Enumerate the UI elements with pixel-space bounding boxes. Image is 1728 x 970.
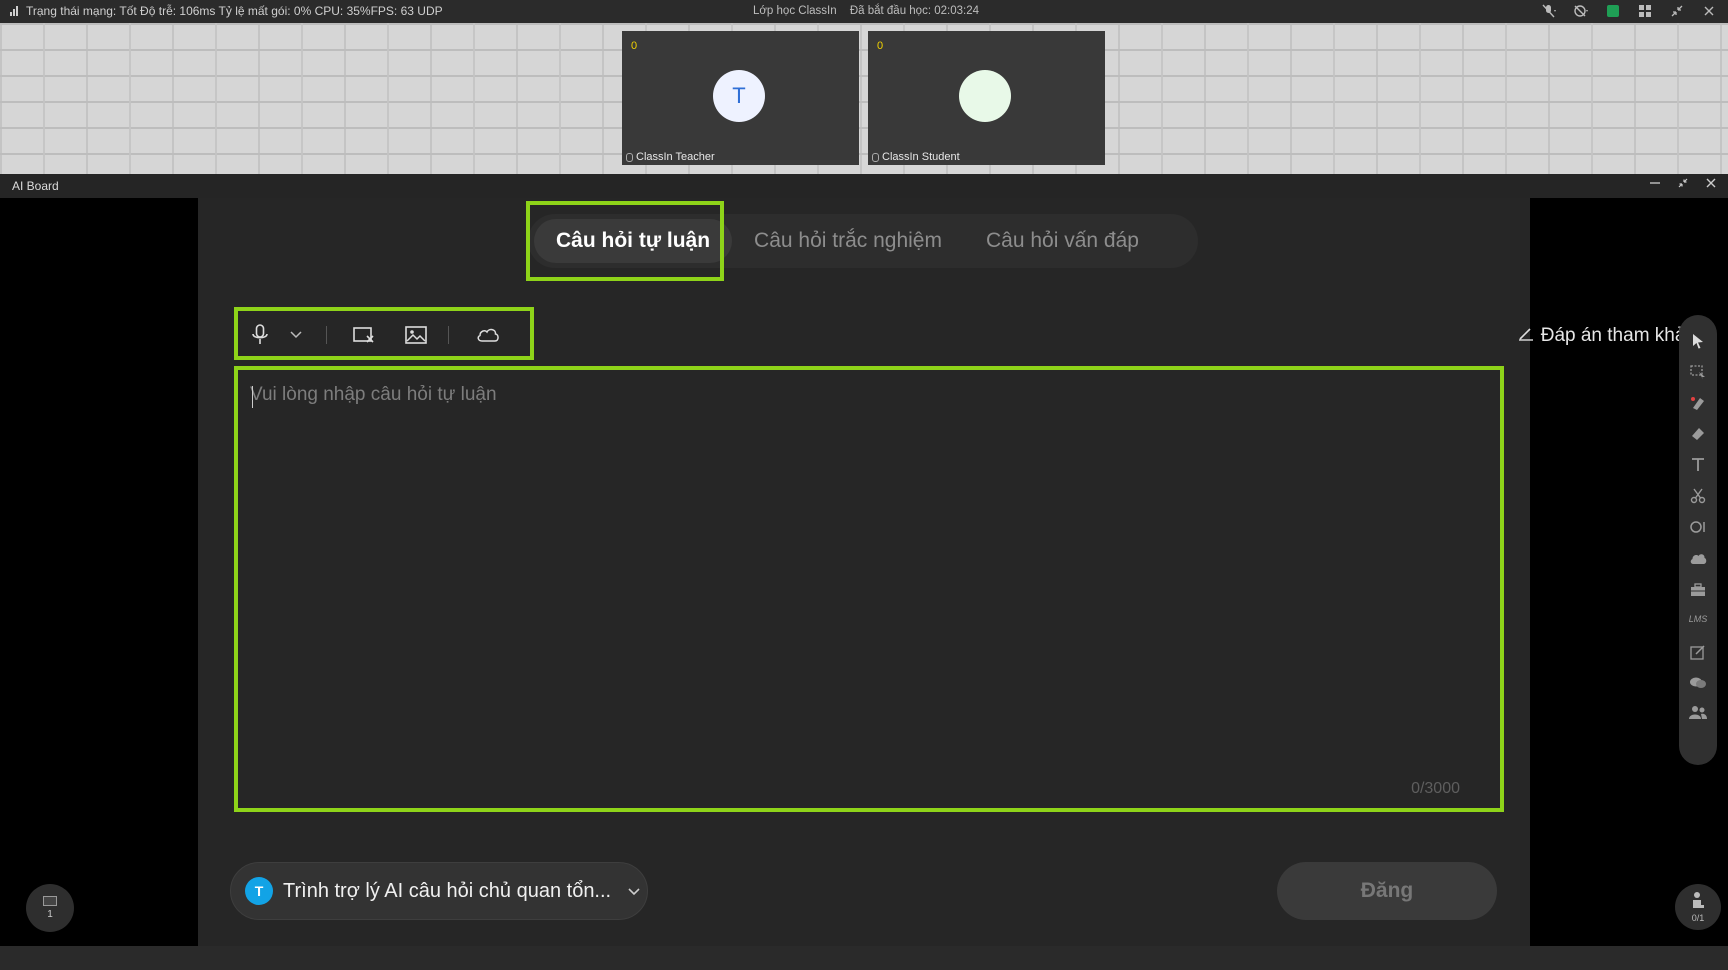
screenshot-icon[interactable] xyxy=(348,319,380,351)
editor-toolbar: Đáp án tham khảo xyxy=(236,310,1696,360)
text-tool-icon[interactable] xyxy=(1686,453,1710,477)
status-controls xyxy=(1540,3,1718,19)
restore-icon[interactable] xyxy=(1676,176,1690,192)
ai-assistant-selector[interactable]: T Trình trợ lý AI câu hỏi chủ quan tổn..… xyxy=(230,862,648,920)
close-icon[interactable] xyxy=(1700,3,1718,19)
network-status: Trạng thái mạng: Tốt Độ trễ: 106ms Tỷ lệ… xyxy=(10,4,443,18)
chat-icon[interactable] xyxy=(1686,671,1710,695)
video-label: ClassIn Teacher xyxy=(626,151,715,163)
minimize-icon[interactable] xyxy=(1648,176,1662,192)
class-info: Lớp học ClassIn Đã bắt đầu học: 02:03:24 xyxy=(753,5,979,17)
bottom-bar xyxy=(0,946,1728,970)
board-page-indicator[interactable]: 1 xyxy=(26,884,74,932)
avatar: T xyxy=(713,70,765,122)
network-status-text: Trạng thái mạng: Tốt Độ trễ: 106ms Tỷ lệ… xyxy=(26,4,443,18)
tab-oral-question[interactable]: Câu hỏi vấn đáp xyxy=(964,219,1161,263)
chevron-down-icon xyxy=(627,880,641,903)
cloud-icon[interactable] xyxy=(1686,547,1710,571)
assistant-avatar: T xyxy=(245,877,273,905)
tab-essay-question[interactable]: Câu hỏi tự luận xyxy=(534,219,733,263)
select-cursor-icon[interactable] xyxy=(1686,329,1710,353)
window-titlebar: AI Board xyxy=(0,174,1728,198)
area-select-icon[interactable] xyxy=(1686,360,1710,384)
chevron-down-icon[interactable] xyxy=(280,319,312,351)
window-title: AI Board xyxy=(12,179,59,193)
board-thumbnail-icon xyxy=(43,896,57,906)
app-root: Trạng thái mạng: Tốt Độ trễ: 106ms Tỷ lệ… xyxy=(0,0,1728,970)
collapse-icon[interactable] xyxy=(1668,3,1686,19)
mic-icon xyxy=(872,152,879,162)
record-icon[interactable] xyxy=(1604,3,1622,19)
toolbox-icon[interactable] xyxy=(1686,578,1710,602)
seat-indicator[interactable]: 0/1 xyxy=(1675,884,1721,930)
question-input[interactable] xyxy=(250,384,1486,764)
class-name: Lớp học ClassIn xyxy=(753,5,837,17)
shape-icon[interactable] xyxy=(1686,515,1710,539)
elapsed-time: Đã bắt đầu học: 02:03:24 xyxy=(849,5,979,17)
mic-icon xyxy=(626,152,633,162)
signal-icon xyxy=(10,6,18,16)
reward-count: 0 xyxy=(877,40,884,52)
toolbar-divider xyxy=(448,326,449,344)
tab-multiple-choice[interactable]: Câu hỏi trắc nghiệm xyxy=(732,219,964,263)
window-controls xyxy=(1648,176,1718,192)
reference-answer-label: Đáp án tham khảo xyxy=(1540,325,1696,346)
pencil-icon xyxy=(1517,324,1535,348)
toolbar-divider xyxy=(326,326,327,344)
question-type-tabs: Câu hỏi tự luận Câu hỏi trắc nghiệm Câu … xyxy=(528,214,1198,268)
video-tile-student[interactable]: 0 ClassIn Student xyxy=(868,31,1105,165)
stage-background xyxy=(0,23,1728,174)
video-label: ClassIn Student xyxy=(872,151,960,163)
post-button[interactable]: Đăng xyxy=(1277,862,1497,920)
reference-answer-button[interactable]: Đáp án tham khảo xyxy=(1517,324,1696,348)
camera-mute-icon[interactable] xyxy=(1572,3,1590,19)
page-number: 1 xyxy=(47,909,53,920)
text-caret xyxy=(252,386,253,408)
image-icon[interactable] xyxy=(400,319,432,351)
board-tools-sidebar: LMS xyxy=(1679,315,1717,765)
status-bar: Trạng thái mạng: Tốt Độ trễ: 106ms Tỷ lệ… xyxy=(0,0,1728,23)
scissors-icon[interactable] xyxy=(1686,484,1710,508)
video-tile-teacher[interactable]: 0 T ClassIn Teacher xyxy=(622,31,859,165)
avatar xyxy=(959,70,1011,122)
assistant-label: Trình trợ lý AI câu hỏi chủ quan tổn... xyxy=(283,879,612,902)
avatar-initial: T xyxy=(732,83,746,108)
edit-note-icon[interactable] xyxy=(1686,640,1710,664)
participant-name: ClassIn Teacher xyxy=(636,151,715,163)
eraser-icon[interactable] xyxy=(1686,422,1710,446)
pen-icon[interactable] xyxy=(1686,391,1710,415)
ai-board-panel: Câu hỏi tự luận Câu hỏi trắc nghiệm Câu … xyxy=(198,198,1696,946)
close-icon[interactable] xyxy=(1704,176,1718,192)
microphone-icon[interactable] xyxy=(244,319,276,351)
lms-icon[interactable]: LMS xyxy=(1686,607,1710,631)
character-counter: 0/3000 xyxy=(1411,780,1460,797)
mic-mute-icon[interactable] xyxy=(1540,3,1558,19)
reward-count: 0 xyxy=(631,40,638,52)
grid-layout-icon[interactable] xyxy=(1636,3,1654,19)
participant-name: ClassIn Student xyxy=(882,151,960,163)
cloud-icon[interactable] xyxy=(472,319,504,351)
seat-icon xyxy=(1690,891,1706,911)
seat-count: 0/1 xyxy=(1691,913,1705,923)
question-editor: 0/3000 xyxy=(236,370,1500,812)
users-icon[interactable] xyxy=(1686,700,1710,724)
